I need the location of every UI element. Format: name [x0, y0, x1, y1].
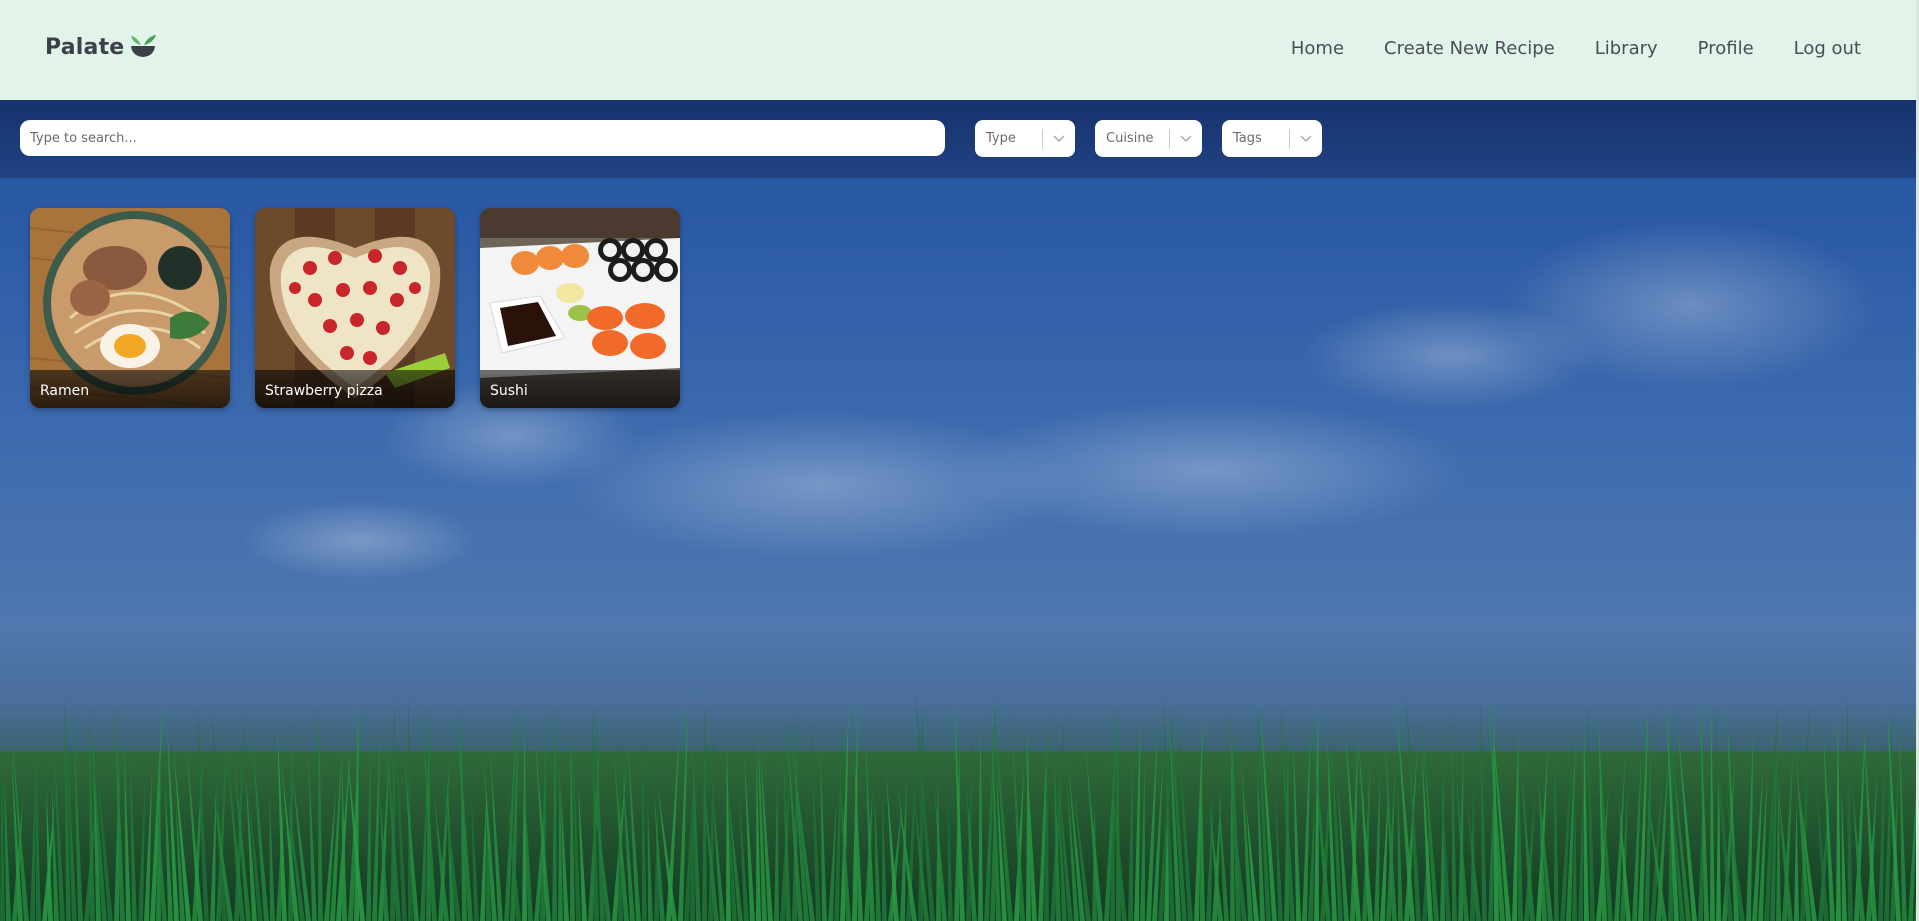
- recipe-card-sushi[interactable]: Sushi: [480, 208, 680, 408]
- bowl-with-leaf-icon: [128, 34, 158, 60]
- type-select[interactable]: Type: [975, 120, 1075, 157]
- recipe-card-strawberry-pizza[interactable]: Strawberry pizza: [255, 208, 455, 408]
- recipe-grid: Ramen Strawberry pizza Sushi: [30, 208, 680, 408]
- recipe-caption: Sushi: [480, 370, 680, 408]
- logo-text: Palate: [45, 34, 125, 60]
- type-select-label: Type: [986, 131, 1016, 146]
- top-header: Palate Home Create New Recipe Library Pr…: [0, 0, 1919, 100]
- cloud-decoration: [560, 410, 1080, 560]
- tags-select[interactable]: Tags: [1222, 120, 1322, 157]
- grass-background: [0, 691, 1919, 921]
- nav-profile[interactable]: Profile: [1698, 38, 1754, 59]
- cloud-decoration: [950, 400, 1470, 540]
- filter-bar: Type Cuisine Tags: [0, 100, 1919, 178]
- recipe-title: Sushi: [490, 383, 528, 399]
- nav-home[interactable]: Home: [1291, 38, 1344, 59]
- chevron-down-icon[interactable]: [1170, 120, 1202, 157]
- main-nav: Home Create New Recipe Library Profile L…: [1291, 38, 1861, 59]
- cloud-decoration: [1300, 300, 1600, 410]
- recipe-title: Ramen: [40, 383, 90, 399]
- cuisine-select[interactable]: Cuisine: [1095, 120, 1202, 157]
- cloud-decoration: [1500, 220, 1880, 390]
- nav-log-out[interactable]: Log out: [1794, 38, 1861, 59]
- recipe-title: Strawberry pizza: [265, 383, 383, 399]
- cloud-decoration: [240, 500, 480, 580]
- tags-select-label: Tags: [1233, 131, 1262, 146]
- recipe-card-ramen[interactable]: Ramen: [30, 208, 230, 408]
- nav-library[interactable]: Library: [1595, 38, 1658, 59]
- chevron-down-icon[interactable]: [1043, 120, 1075, 157]
- recipe-caption: Strawberry pizza: [255, 370, 455, 408]
- search-input[interactable]: [20, 120, 945, 156]
- nav-create-new-recipe[interactable]: Create New Recipe: [1384, 38, 1555, 59]
- logo[interactable]: Palate: [45, 34, 158, 60]
- recipe-caption: Ramen: [30, 370, 230, 408]
- chevron-down-icon[interactable]: [1290, 120, 1322, 157]
- cuisine-select-label: Cuisine: [1106, 131, 1154, 146]
